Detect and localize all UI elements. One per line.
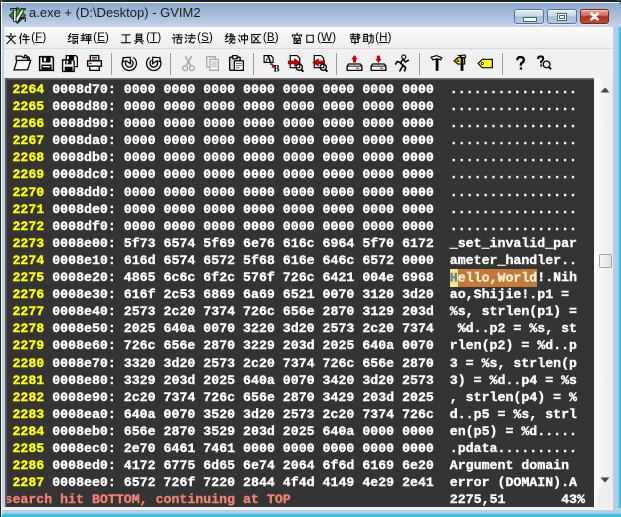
svg-text:B: B xyxy=(273,63,279,73)
svg-text:A: A xyxy=(265,54,272,64)
